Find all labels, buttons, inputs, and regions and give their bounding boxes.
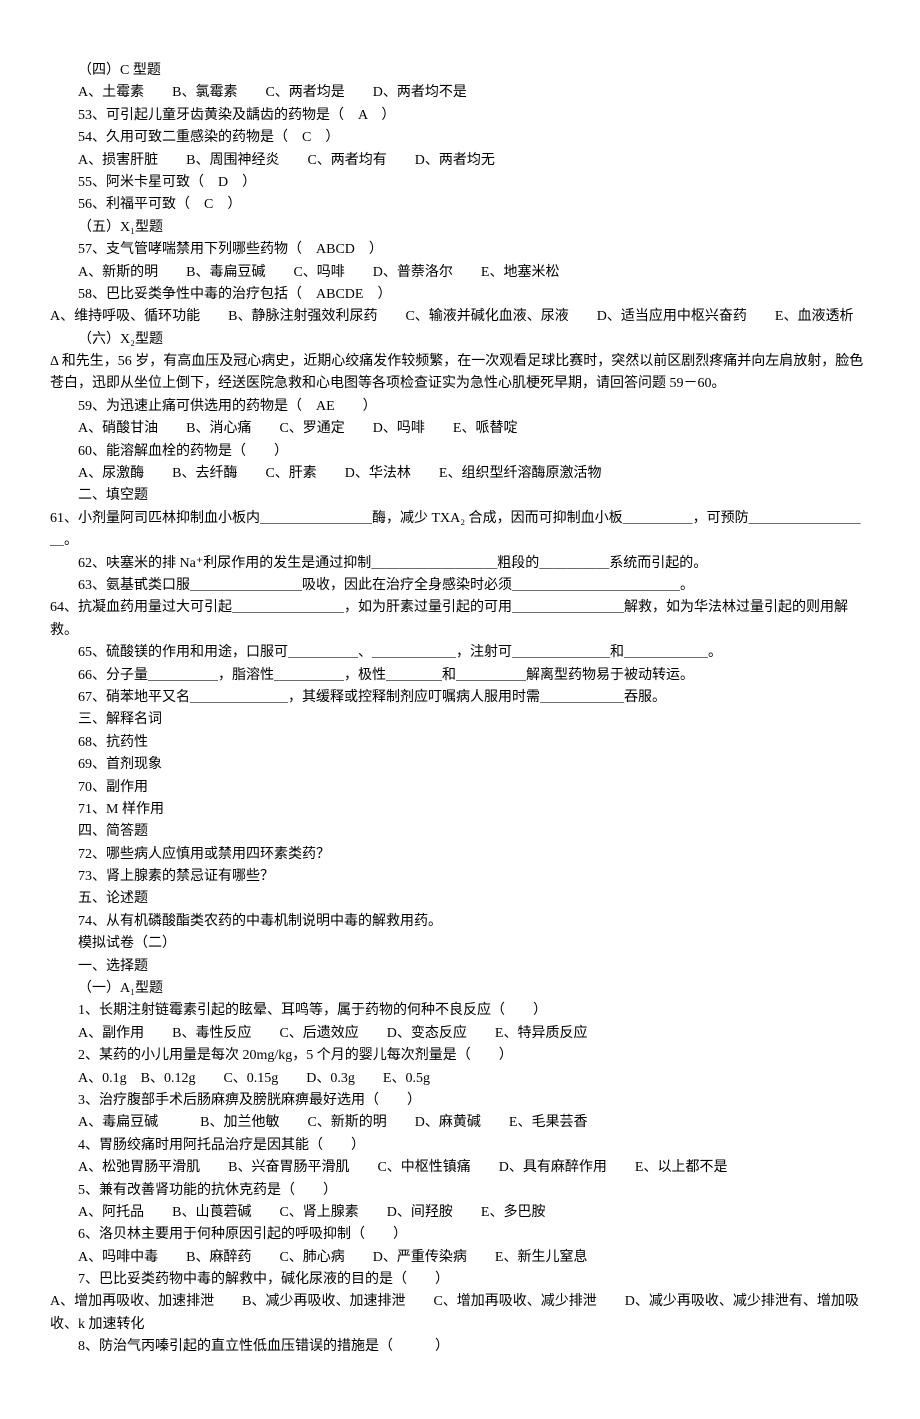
document-line: 53、可引起儿童牙齿黄染及龋齿的药物是（ A ） [50, 105, 870, 127]
document-line: 一、选择题 [50, 956, 870, 978]
document-line: 57、支气管哮喘禁用下列哪些药物（ ABCD ） [50, 239, 870, 261]
document-line: 56、利福平可致（ C ） [50, 194, 870, 216]
document-line: 67、硝苯地平又名＿＿＿＿＿＿＿，其缓释或控释制剂应叮嘱病人服用时需＿＿＿＿＿＿… [50, 687, 870, 709]
document-line: 8、防治气丙嗪引起的直立性低血压错误的措施是（ ） [50, 1336, 870, 1358]
document-line: 54、久用可致二重感染的药物是（ C ） [50, 127, 870, 149]
document-line: 61、小剂量阿司匹林抑制血小板内＿＿＿＿＿＿＿＿酶，减少 TXA₂ 合成，因而可… [50, 508, 870, 553]
document-line: （六）X₂型题 [50, 329, 870, 351]
document-line: A、维持呼吸、循环功能 B、静脉注射强效利尿药 C、输液并碱化血液、尿液 D、适… [50, 306, 870, 328]
document-line: 模拟试卷（二） [50, 933, 870, 955]
document-line: A、松弛胃肠平滑肌 B、兴奋胃肠平滑肌 C、中枢性镇痛 D、具有麻醉作用 E、以… [50, 1157, 870, 1179]
document-line: 65、硫酸镁的作用和用途，口服可＿＿＿＿＿、＿＿＿＿＿＿，注射可＿＿＿＿＿＿＿和… [50, 642, 870, 664]
document-line: 63、氨基甙类口服＿＿＿＿＿＿＿＿吸收，因此在治疗全身感染时必须＿＿＿＿＿＿＿＿… [50, 575, 870, 597]
document-line: 60、能溶解血栓的药物是（ ） [50, 441, 870, 463]
document-line: A、毒扁豆碱 B、加兰他敏 C、新斯的明 D、麻黄碱 E、毛果芸香 [50, 1112, 870, 1134]
document-line: A、0.1g B、0.12g C、0.15g D、0.3g E、0.5g [50, 1068, 870, 1090]
document-line: （四）C 型题 [50, 60, 870, 82]
document-line: A、增加再吸收、加速排泄 B、减少再吸收、加速排泄 C、增加再吸收、减少排泄 D… [50, 1291, 870, 1336]
document-line: A、土霉素 B、氯霉素 C、两者均是 D、两者均不是 [50, 82, 870, 104]
document-line: 55、阿米卡星可致（ D ） [50, 172, 870, 194]
document-line: 62、呋塞米的排 Na⁺利尿作用的发生是通过抑制＿＿＿＿＿＿＿＿＿粗段的＿＿＿＿… [50, 553, 870, 575]
document-line: 4、胃肠绞痛时用阿托品治疗是因其能（ ） [50, 1135, 870, 1157]
document-line: 1、长期注射链霉素引起的眩晕、耳鸣等，属于药物的何种不良反应（ ） [50, 1000, 870, 1022]
document-line: A、副作用 B、毒性反应 C、后遗效应 D、变态反应 E、特异质反应 [50, 1023, 870, 1045]
document-line: A、新斯的明 B、毒扁豆碱 C、吗啡 D、普萘洛尔 E、地塞米松 [50, 262, 870, 284]
document-line: 64、抗凝血药用量过大可引起＿＿＿＿＿＿＿＿，如为肝素过量引起的可用＿＿＿＿＿＿… [50, 597, 870, 642]
document-line: Δ 和先生，56 岁，有高血压及冠心病史，近期心绞痛发作较频繁，在一次观看足球比… [50, 351, 870, 396]
document-line: 58、巴比妥类争性中毒的治疗包括（ ABCDE ） [50, 284, 870, 306]
document-line: 70、副作用 [50, 777, 870, 799]
document-line: 2、某药的小儿用量是每次 20mg/kg，5 个月的婴儿每次剂量是（ ） [50, 1045, 870, 1067]
document-line: （五）X₁型题 [50, 217, 870, 239]
document-line: 73、肾上腺素的禁忌证有哪些？ [50, 866, 870, 888]
document-line: 7、巴比妥类药物中毒的解救中，碱化尿液的目的是（ ） [50, 1269, 870, 1291]
document-line: 3、治疗腹部手术后肠麻痹及膀胱麻痹最好选用（ ） [50, 1090, 870, 1112]
document-line: 68、抗药性 [50, 732, 870, 754]
document-line: 6、洛贝林主要用于何种原因引起的呼吸抑制（ ） [50, 1224, 870, 1246]
document-line: 66、分子量＿＿＿＿＿，脂溶性＿＿＿＿＿，极性＿＿＿＿和＿＿＿＿＿解离型药物易于… [50, 665, 870, 687]
document-line: A、阿托品 B、山莨菪碱 C、肾上腺素 D、间羟胺 E、多巴胺 [50, 1202, 870, 1224]
document-line: A、吗啡中毒 B、麻醉药 C、肺心病 D、严重传染病 E、新生儿窒息 [50, 1247, 870, 1269]
document-line: 三、解释名词 [50, 709, 870, 731]
document-line: （一）A₁型题 [50, 978, 870, 1000]
document-line: 69、首剂现象 [50, 754, 870, 776]
document-line: A、硝酸甘油 B、消心痛 C、罗通定 D、吗啡 E、哌替啶 [50, 418, 870, 440]
document-line: 72、哪些病人应慎用或禁用四环素类药？ [50, 844, 870, 866]
document-line: 59、为迅速止痛可供选用的药物是（ AE ） [50, 396, 870, 418]
document-line: A、尿激酶 B、去纤酶 C、肝素 D、华法林 E、组织型纤溶酶原激活物 [50, 463, 870, 485]
document-line: 五、论述题 [50, 888, 870, 910]
document-line: 二、填空题 [50, 485, 870, 507]
document-line: 5、兼有改善肾功能的抗休克药是（ ） [50, 1180, 870, 1202]
document-line: 四、简答题 [50, 821, 870, 843]
document-line: A、损害肝脏 B、周围神经炎 C、两者均有 D、两者均无 [50, 150, 870, 172]
document-line: 74、从有机磷酸酯类农药的中毒机制说明中毒的解救用药。 [50, 911, 870, 933]
document-line: 71、M 样作用 [50, 799, 870, 821]
